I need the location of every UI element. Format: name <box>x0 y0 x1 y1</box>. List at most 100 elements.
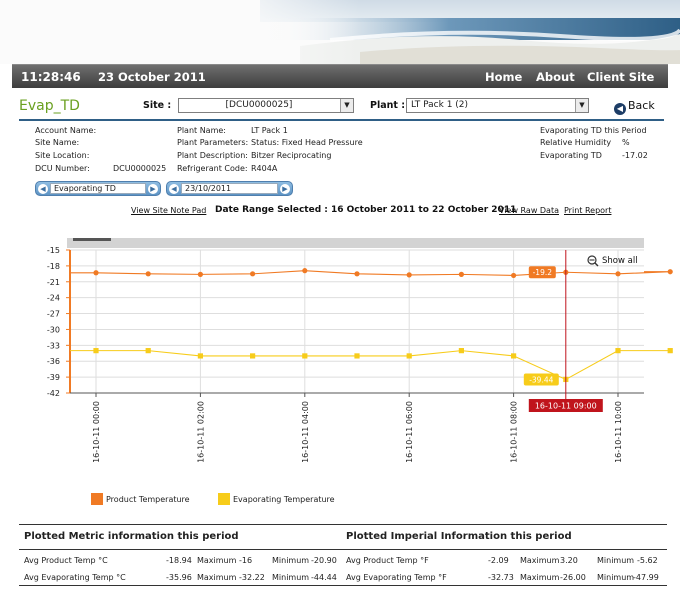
view-site-note-pad-link[interactable]: View Site Note Pad <box>131 206 206 215</box>
beach-banner-image <box>0 0 680 64</box>
nav-home-link[interactable]: Home <box>485 70 522 84</box>
y-axis: -15 -18 -21 -24 -27 -30 -33 -36 -39 -42 <box>47 246 71 398</box>
y-tick-label: -30 <box>47 325 60 334</box>
metric-row-max-label: Maximum <box>197 556 237 565</box>
back-button[interactable]: ◀ Back <box>614 99 655 115</box>
chevron-right-icon[interactable]: ▶ <box>148 184 158 194</box>
nav-about-link[interactable]: About <box>536 70 575 84</box>
table-divider <box>19 549 667 550</box>
top-nav-bar: 11:28:46 23 October 2011 Home About Clie… <box>12 64 668 88</box>
evaporating-temperature-point <box>458 348 464 354</box>
evap-td-value: -17.02 <box>622 151 648 160</box>
evaporating-temperature-point <box>511 353 517 359</box>
plant-name-value: LT Pack 1 <box>251 126 288 135</box>
product-temperature-point <box>458 271 464 277</box>
chevron-left-icon[interactable]: ◀ <box>38 184 48 194</box>
x-tick-label: 16-10-11 06:00 <box>405 401 414 463</box>
account-name-label: Account Name: <box>35 126 97 135</box>
evap-td-period-heading: Evaporating TD this Period <box>540 126 647 135</box>
evap-value-label: -39.44 <box>529 375 553 384</box>
relative-humidity-label: Relative Humidity <box>540 138 612 147</box>
dcu-number-value: DCU0000025 <box>113 164 167 173</box>
evaporating-temperature-point <box>354 353 360 359</box>
product-temperature-point <box>406 272 412 278</box>
plant-name-label: Plant Name: <box>177 126 226 135</box>
plant-label: Plant : <box>370 100 406 111</box>
show-all-label[interactable]: Show all <box>602 256 638 266</box>
chart-scrollbar-thumb[interactable] <box>73 238 111 241</box>
product-temperature-point <box>510 272 517 279</box>
evaporating-temperature-point <box>667 348 673 354</box>
site-select-value: [DCU0000025] <box>225 100 293 110</box>
view-raw-data-link[interactable]: View Raw Data <box>499 206 559 215</box>
y-tick-label: -36 <box>47 357 60 366</box>
plant-select-value: LT Pack 1 (2) <box>411 100 469 110</box>
metric-row-min-label: Minimum <box>272 556 310 565</box>
chart-scrollbar[interactable] <box>67 238 644 248</box>
x-tick-label: 16-10-11 10:00 <box>614 401 623 463</box>
plant-description-value: Bitzer Reciprocating <box>251 151 332 160</box>
chevron-right-icon[interactable]: ▶ <box>280 184 290 194</box>
plant-description-label: Plant Description: <box>177 151 248 160</box>
site-location-label: Site Location: <box>35 151 90 160</box>
chevron-down-icon[interactable]: ▼ <box>340 99 353 112</box>
chevron-left-icon[interactable]: ◀ <box>169 184 179 194</box>
refrigerant-code-label: Refrigerant Code: <box>177 164 248 173</box>
product-temperature-point <box>197 271 203 277</box>
y-tick-label: -27 <box>47 310 60 319</box>
imperial-table-heading: Plotted Imperial Information this period <box>346 531 572 542</box>
product-value-label: -19.2 <box>533 268 553 277</box>
dcu-number-label: DCU Number: <box>35 164 90 173</box>
x-tick-label: 16-10-11 00:00 <box>92 401 101 463</box>
metric-row-min: -20.90 <box>311 556 337 565</box>
evaporating-temperature-point <box>197 353 203 359</box>
imperial-row-min-label: Minimum <box>597 556 635 565</box>
chevron-down-icon[interactable]: ▼ <box>575 99 588 112</box>
product-temperature-point <box>667 269 673 275</box>
metric-row-label: Avg Product Temp °C <box>24 556 108 565</box>
metric-row-label: Avg Evaporating Temp °C <box>24 573 126 582</box>
parameter-value: Evaporating TD <box>50 183 146 194</box>
imperial-row-label: Avg Product Temp °F <box>346 556 429 565</box>
site-select[interactable]: [DCU0000025] ▼ <box>178 98 354 113</box>
imperial-row-avg: -32.73 <box>488 573 514 582</box>
page-title: Evap_TD <box>19 98 80 114</box>
legend-evaporating-label[interactable]: Evaporating Temperature <box>233 495 335 504</box>
imperial-row-avg: -2.09 <box>488 556 509 565</box>
date-value: 23/10/2011 <box>181 183 278 194</box>
date-selector[interactable]: ◀ 23/10/2011 ▶ <box>166 181 293 196</box>
metric-row-avg: -35.96 <box>166 573 192 582</box>
imperial-row-max: 3.20 <box>560 556 578 565</box>
imperial-row-min: -47.99 <box>633 573 659 582</box>
evaporating-temperature-point <box>302 353 308 359</box>
evaporating-temperature-point <box>145 348 151 354</box>
evaporating-temperature-point <box>93 348 99 354</box>
evaporating-temperature-point <box>615 348 621 354</box>
temperature-line-chart[interactable]: -15 -18 -21 -24 -27 -30 -33 -36 -39 -42 16-10-11 … <box>0 232 680 494</box>
parameter-selector[interactable]: ◀ Evaporating TD ▶ <box>35 181 161 196</box>
x-tick-label: 16-10-11 02:00 <box>196 401 205 463</box>
imperial-row-min: -5.62 <box>637 556 658 565</box>
y-tick-label: -18 <box>47 262 60 271</box>
nav-client-site-link[interactable]: Client Site <box>587 70 654 84</box>
y-tick-label: -24 <box>47 294 60 303</box>
print-report-link[interactable]: Print Report <box>564 206 611 215</box>
legend-product-label[interactable]: Product Temperature <box>106 495 190 504</box>
legend-swatch-product <box>91 493 103 505</box>
evaporating-temperature-point <box>250 353 256 359</box>
metric-row-max: -16 <box>239 556 253 565</box>
product-temperature-point <box>354 271 360 277</box>
y-tick-label: -39 <box>47 373 60 382</box>
relative-humidity-value: % <box>622 138 630 147</box>
imperial-row-max-label: Maximum <box>520 556 560 565</box>
metric-row-avg: -18.94 <box>166 556 192 565</box>
evap-td-label: Evaporating TD <box>540 151 602 160</box>
x-tick-label: 16-10-11 08:00 <box>510 401 519 463</box>
plant-parameters-label: Plant Parameters: <box>177 138 249 147</box>
metric-table-heading: Plotted Metric information this period <box>24 531 239 542</box>
plant-select[interactable]: LT Pack 1 (2) ▼ <box>406 98 589 113</box>
header-banner <box>0 0 680 64</box>
site-label: Site : <box>143 100 172 111</box>
evaporating-temperature-point <box>406 353 412 359</box>
imperial-row-max-label: Maximum <box>520 573 560 582</box>
